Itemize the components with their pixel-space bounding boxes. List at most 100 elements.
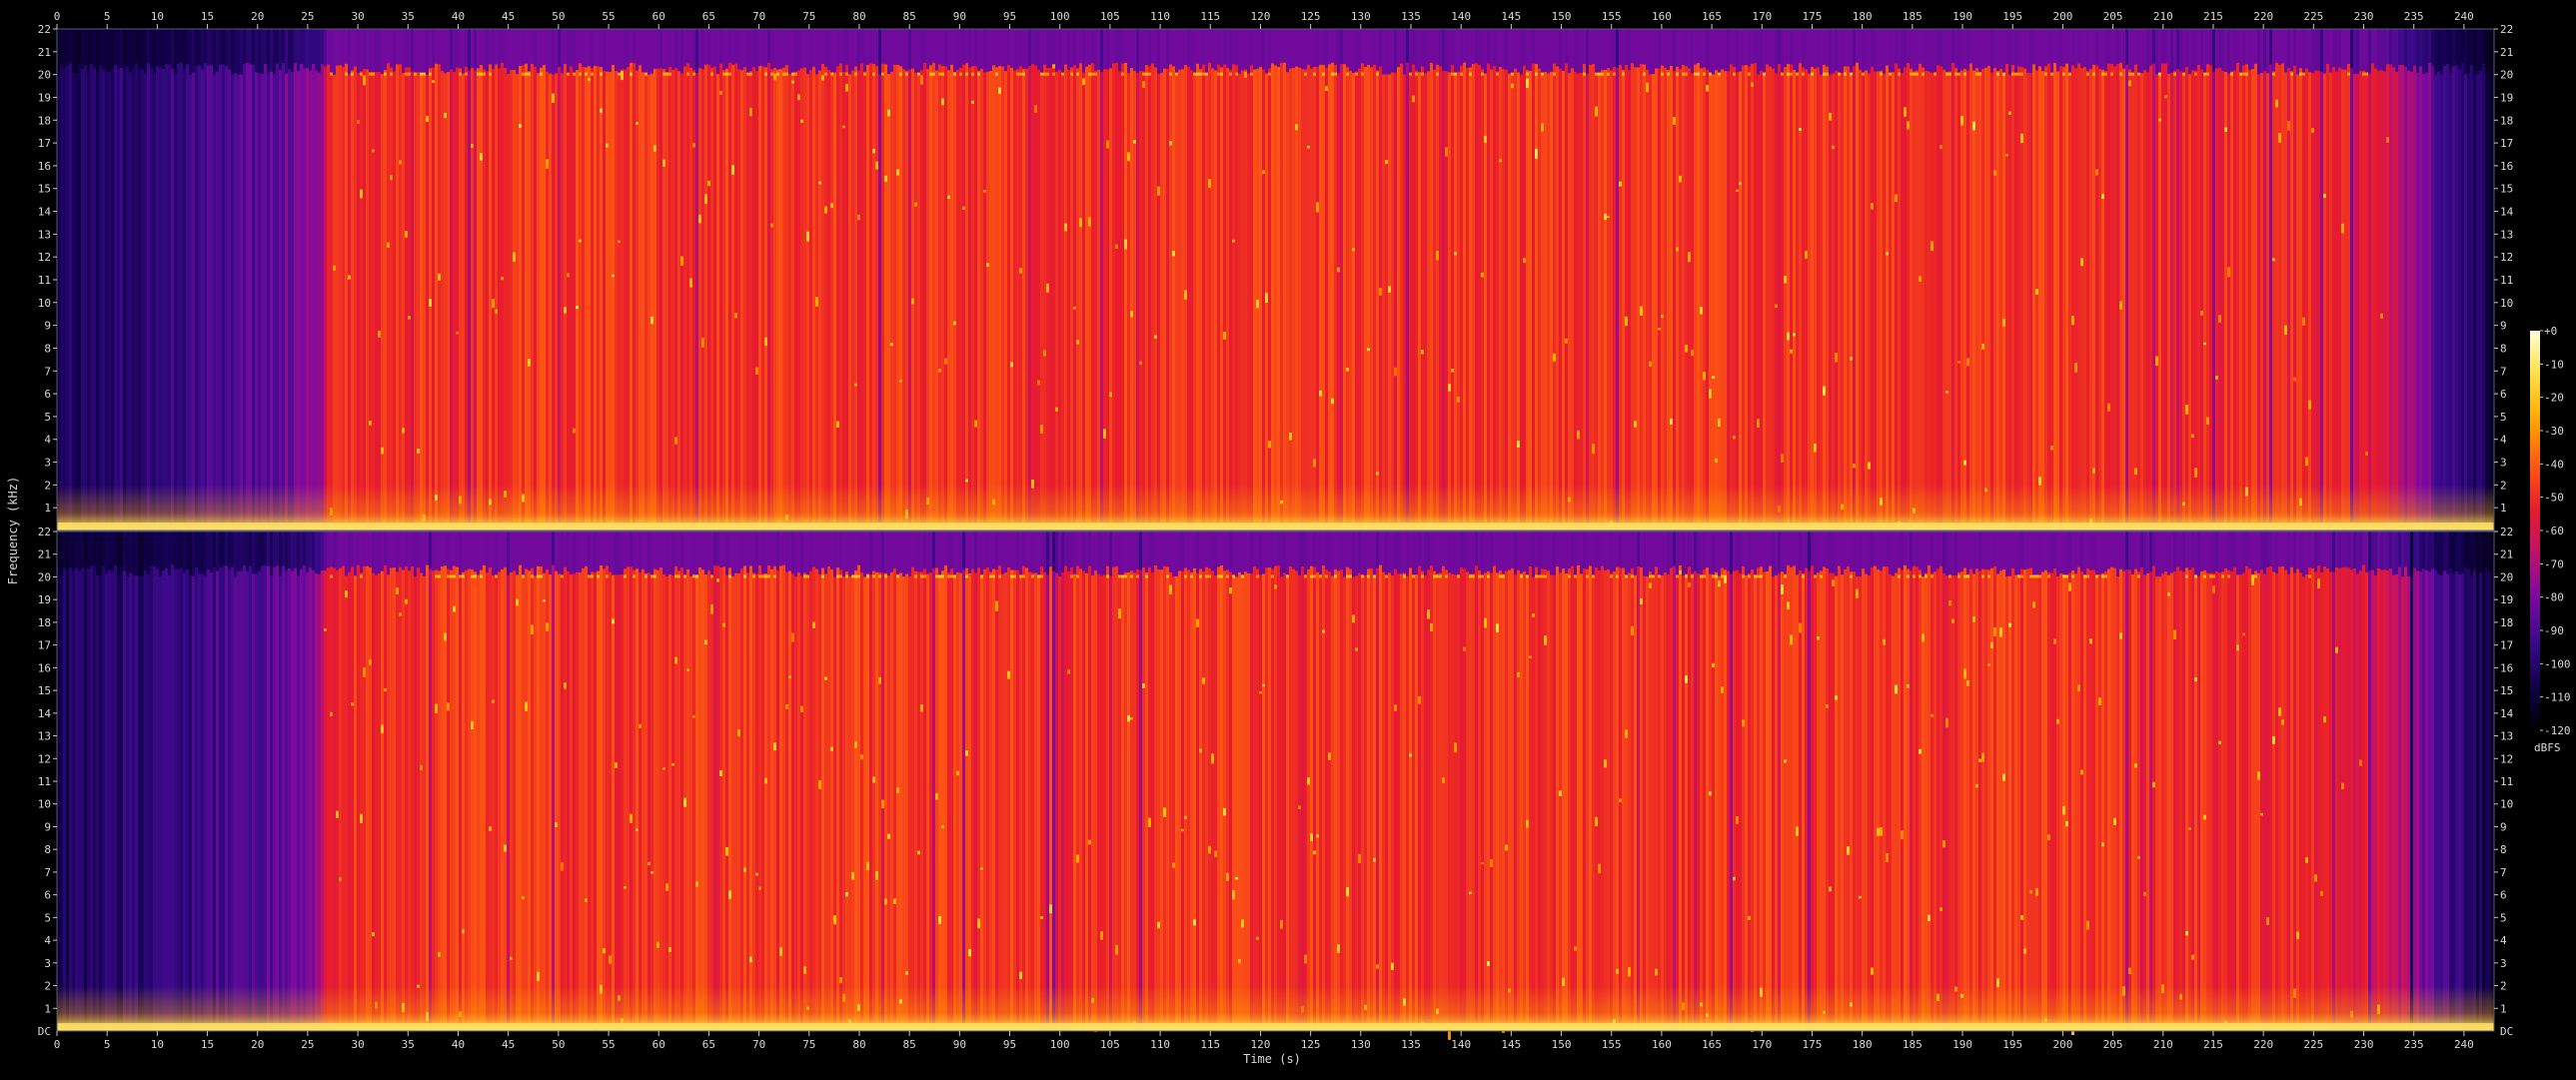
ch2-column: [264, 564, 267, 1031]
ch1-column: [1919, 63, 1922, 532]
ch2-column-top: [917, 532, 920, 572]
ch2-column-top: [1160, 532, 1163, 570]
ch1-column-top: [2053, 29, 2056, 63]
ch1-cutoff-peak: [1235, 72, 1238, 76]
ch1-column-top: [1460, 29, 1463, 66]
ch2-column: [1046, 574, 1049, 1031]
ch2-speckle: [2023, 948, 2026, 954]
ch2-speckle: [1733, 876, 1736, 881]
ch2-column: [875, 571, 878, 1031]
ch2-speckle: [2272, 735, 2275, 744]
ch2-cutoff-peak: [743, 574, 746, 578]
ch1-cutoff-peak: [1667, 72, 1670, 76]
x-tick-label-top: 120: [1251, 10, 1271, 23]
ch2-column-top: [216, 532, 219, 571]
ch2-column-top: [1181, 532, 1184, 571]
ch2-column-top: [1439, 532, 1442, 573]
ch1-column: [1379, 66, 1382, 531]
ch2-column-top: [189, 532, 192, 575]
ch1-cutoff-peak: [1148, 72, 1151, 76]
ch2-column: [1640, 566, 1643, 1031]
ch2-column-top: [770, 532, 773, 569]
ch1-column: [111, 68, 114, 531]
ch1-column-top: [1975, 29, 1978, 68]
ch1-column-top: [144, 29, 147, 74]
ch1-column-top: [1199, 29, 1202, 69]
ch1-column-top: [441, 29, 444, 71]
ch2-column: [2260, 569, 2263, 1031]
ch2-column: [1583, 567, 1586, 1031]
ch2-column: [303, 564, 306, 1031]
ch1-column-top: [1913, 29, 1916, 72]
ch1-column-top: [1781, 29, 1784, 73]
ch1-column: [2287, 67, 2290, 531]
ch1-column: [180, 62, 183, 531]
ch2-cutoff-peak: [1586, 574, 1589, 578]
ch1-column: [1232, 64, 1235, 532]
ch1-cutoff-peak: [423, 72, 426, 76]
ch2-speckle: [2359, 759, 2362, 766]
ch2-column: [797, 572, 800, 1031]
ch2-speckle: [779, 947, 782, 956]
ch2-column-top: [456, 532, 459, 567]
ch2-column-top: [1910, 532, 1913, 570]
ch2-cutoff-peak: [1814, 574, 1817, 578]
ch1-cutoff-peak: [965, 72, 968, 76]
ch1-cutoff-peak: [1916, 72, 1919, 76]
ch1-column: [612, 64, 615, 532]
ch1-column: [2152, 63, 2155, 532]
ch1-column: [483, 69, 486, 531]
ch1-column-top: [1409, 29, 1412, 74]
ch1-column: [1688, 68, 1691, 531]
ch1-speckle: [2200, 310, 2203, 316]
ch2-column: [1358, 572, 1361, 1031]
ch2-column-top: [2389, 532, 2392, 568]
ch1-speckle: [1793, 333, 1796, 337]
ch1-speckle: [755, 367, 758, 375]
ch2-column-top: [2308, 532, 2311, 568]
ch1-column: [1007, 64, 1010, 531]
ch2-column: [941, 570, 944, 1031]
ch1-speckle: [1169, 141, 1172, 146]
ch2-column: [2476, 575, 2479, 1031]
ch1-column-top: [857, 29, 860, 71]
ch1-column: [309, 70, 312, 531]
ch1-column-top: [381, 29, 384, 74]
ch1-column: [192, 72, 195, 532]
ch1-speckle: [854, 383, 857, 387]
ch2-column: [1283, 572, 1286, 1031]
ch1-cutoff-peak: [525, 72, 528, 76]
ch1-column-top: [2470, 29, 2473, 66]
ch2-cutoff-peak: [803, 574, 806, 578]
ch2-speckle: [2035, 888, 2038, 896]
ch2-column-top: [1772, 532, 1775, 577]
ch2-column: [255, 573, 258, 1031]
ch1-column-top: [1139, 29, 1142, 71]
x-tick-label-bottom: 145: [1501, 1038, 1521, 1051]
ch2-column-top: [606, 532, 609, 566]
ch2-column-top: [2362, 532, 2365, 565]
ch2-speckle: [2188, 827, 2191, 830]
ch1-column: [480, 65, 483, 531]
ch2-column: [1808, 570, 1811, 1031]
ch1-column-top: [1316, 29, 1319, 67]
ch2-column-top: [282, 532, 285, 566]
ch1-column-top: [1907, 29, 1910, 63]
ch2-speckle: [1709, 791, 1712, 796]
ch2-column: [111, 571, 114, 1031]
ch2-cutoff-peak: [1957, 574, 1960, 578]
ch2-column: [2365, 571, 2368, 1031]
ch2-column-top: [1055, 532, 1058, 573]
ch1-column: [731, 64, 734, 532]
ch2-column: [210, 572, 213, 1031]
ch1-speckle: [1931, 241, 1933, 252]
ch1-column-top: [1799, 29, 1802, 64]
ch2-column: [2335, 566, 2338, 1031]
ch1-cutoff-peak: [1346, 72, 1349, 76]
ch2-column-top: [1760, 532, 1763, 567]
ch2-column-top: [399, 532, 402, 567]
ch2-cutoff-peak: [1784, 574, 1787, 578]
ch2-column-top: [1508, 532, 1511, 570]
x-tick-label-bottom: 45: [502, 1038, 515, 1051]
ch2-column-top: [965, 532, 968, 568]
